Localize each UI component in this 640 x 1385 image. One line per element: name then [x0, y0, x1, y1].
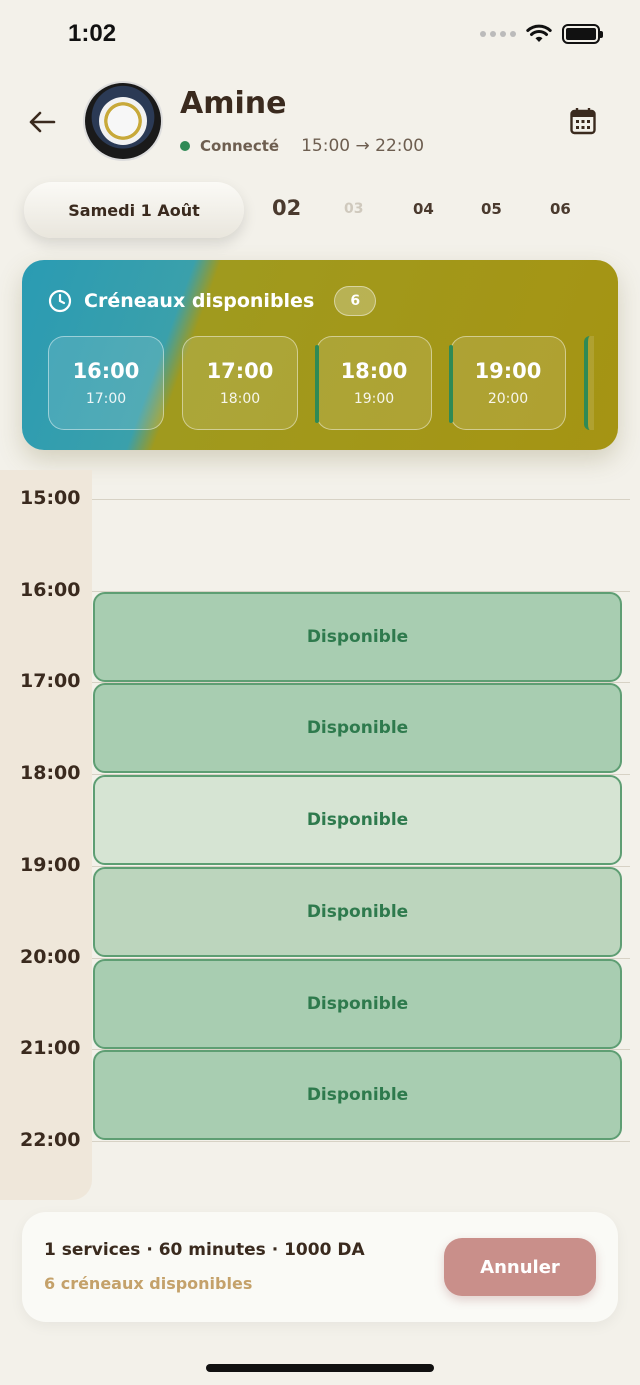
hour-label: 19:00 — [20, 853, 81, 876]
slot-chip[interactable]: 16:00 17:00 — [48, 336, 164, 430]
clock-icon — [48, 289, 72, 313]
presence-row: Connecté 15:00 → 22:00 — [180, 136, 424, 156]
available-slots-card: Créneaux disponibles 6 16:00 17:00 17:00… — [22, 260, 618, 450]
slots-header: Créneaux disponibles 6 — [48, 286, 377, 316]
hour-gridline — [92, 1140, 630, 1142]
slot-chip[interactable]: 17:00 18:00 — [182, 336, 298, 430]
barber-avatar[interactable] — [85, 83, 161, 159]
online-status-dot — [180, 141, 190, 151]
slot-chip[interactable]: 19:00 20:00 — [449, 336, 566, 430]
day-06[interactable]: 06 — [550, 200, 571, 218]
slot-start: 16:00 — [72, 359, 140, 383]
slot-chip-partial[interactable] — [584, 336, 594, 430]
barber-logo — [99, 97, 147, 145]
slot-row: 16:00 17:00 17:00 18:00 18:00 19:00 19:0… — [48, 336, 594, 430]
hour-gridline — [92, 499, 630, 500]
hour-label: 20:00 — [20, 945, 81, 968]
calendar-icon — [570, 108, 596, 135]
slot-end: 20:00 — [487, 391, 529, 407]
barber-name: Amine — [180, 86, 287, 121]
hour-label: 21:00 — [20, 1037, 81, 1060]
slot-chip[interactable]: 18:00 19:00 — [315, 336, 432, 430]
hour-label: 22:00 — [20, 1128, 81, 1151]
date-strip: Samedi 1 Août 02 03 04 05 06 — [0, 178, 640, 242]
slot-start: 17:00 — [206, 359, 274, 383]
battery-icon — [562, 24, 603, 44]
day-02[interactable]: 02 — [272, 196, 301, 220]
available-slot-block[interactable]: Disponible — [93, 683, 622, 774]
slot-end: 17:00 — [85, 391, 127, 407]
status-icons — [480, 24, 603, 44]
hour-label: 17:00 — [20, 670, 81, 693]
cancel-button[interactable]: Annuler — [444, 1238, 596, 1296]
slot-end: 18:00 — [219, 391, 261, 407]
calendar-button[interactable] — [566, 104, 600, 138]
presence-status: Connecté — [200, 137, 280, 155]
back-button[interactable] — [24, 104, 60, 140]
available-slot-block[interactable]: Disponible — [93, 866, 622, 957]
hour-label: 15:00 — [20, 487, 81, 509]
slot-start: 18:00 — [340, 359, 408, 383]
available-slot-block[interactable]: Disponible — [93, 775, 622, 866]
status-time: 1:02 — [68, 20, 117, 47]
day-03[interactable]: 03 — [344, 201, 363, 217]
slot-end: 19:00 — [353, 391, 395, 407]
arrow-left-icon — [29, 111, 56, 133]
slots-title: Créneaux disponibles — [84, 290, 315, 312]
selected-date[interactable]: Samedi 1 Août — [24, 182, 244, 238]
slots-count-badge: 6 — [334, 286, 377, 316]
hour-label: 18:00 — [20, 762, 81, 785]
hour-label: 16:00 — [20, 578, 81, 601]
summary-available: 6 créneaux disponibles — [44, 1274, 253, 1293]
day-04[interactable]: 04 — [413, 200, 434, 218]
available-slot-block[interactable]: Disponible — [93, 958, 622, 1049]
booking-summary: 1 services · 60 minutes · 1000 DA 6 crén… — [22, 1212, 618, 1322]
slot-start: 19:00 — [474, 359, 542, 383]
available-slot-block[interactable]: Disponible — [93, 1050, 622, 1141]
wifi-icon — [526, 24, 552, 42]
summary-details: 1 services · 60 minutes · 1000 DA — [44, 1240, 365, 1260]
available-slot-block[interactable]: Disponible — [93, 591, 622, 682]
home-indicator[interactable] — [206, 1364, 434, 1372]
signal-icon — [480, 31, 516, 37]
day-05[interactable]: 05 — [481, 200, 502, 218]
working-hours: 15:00 → 22:00 — [301, 136, 425, 156]
